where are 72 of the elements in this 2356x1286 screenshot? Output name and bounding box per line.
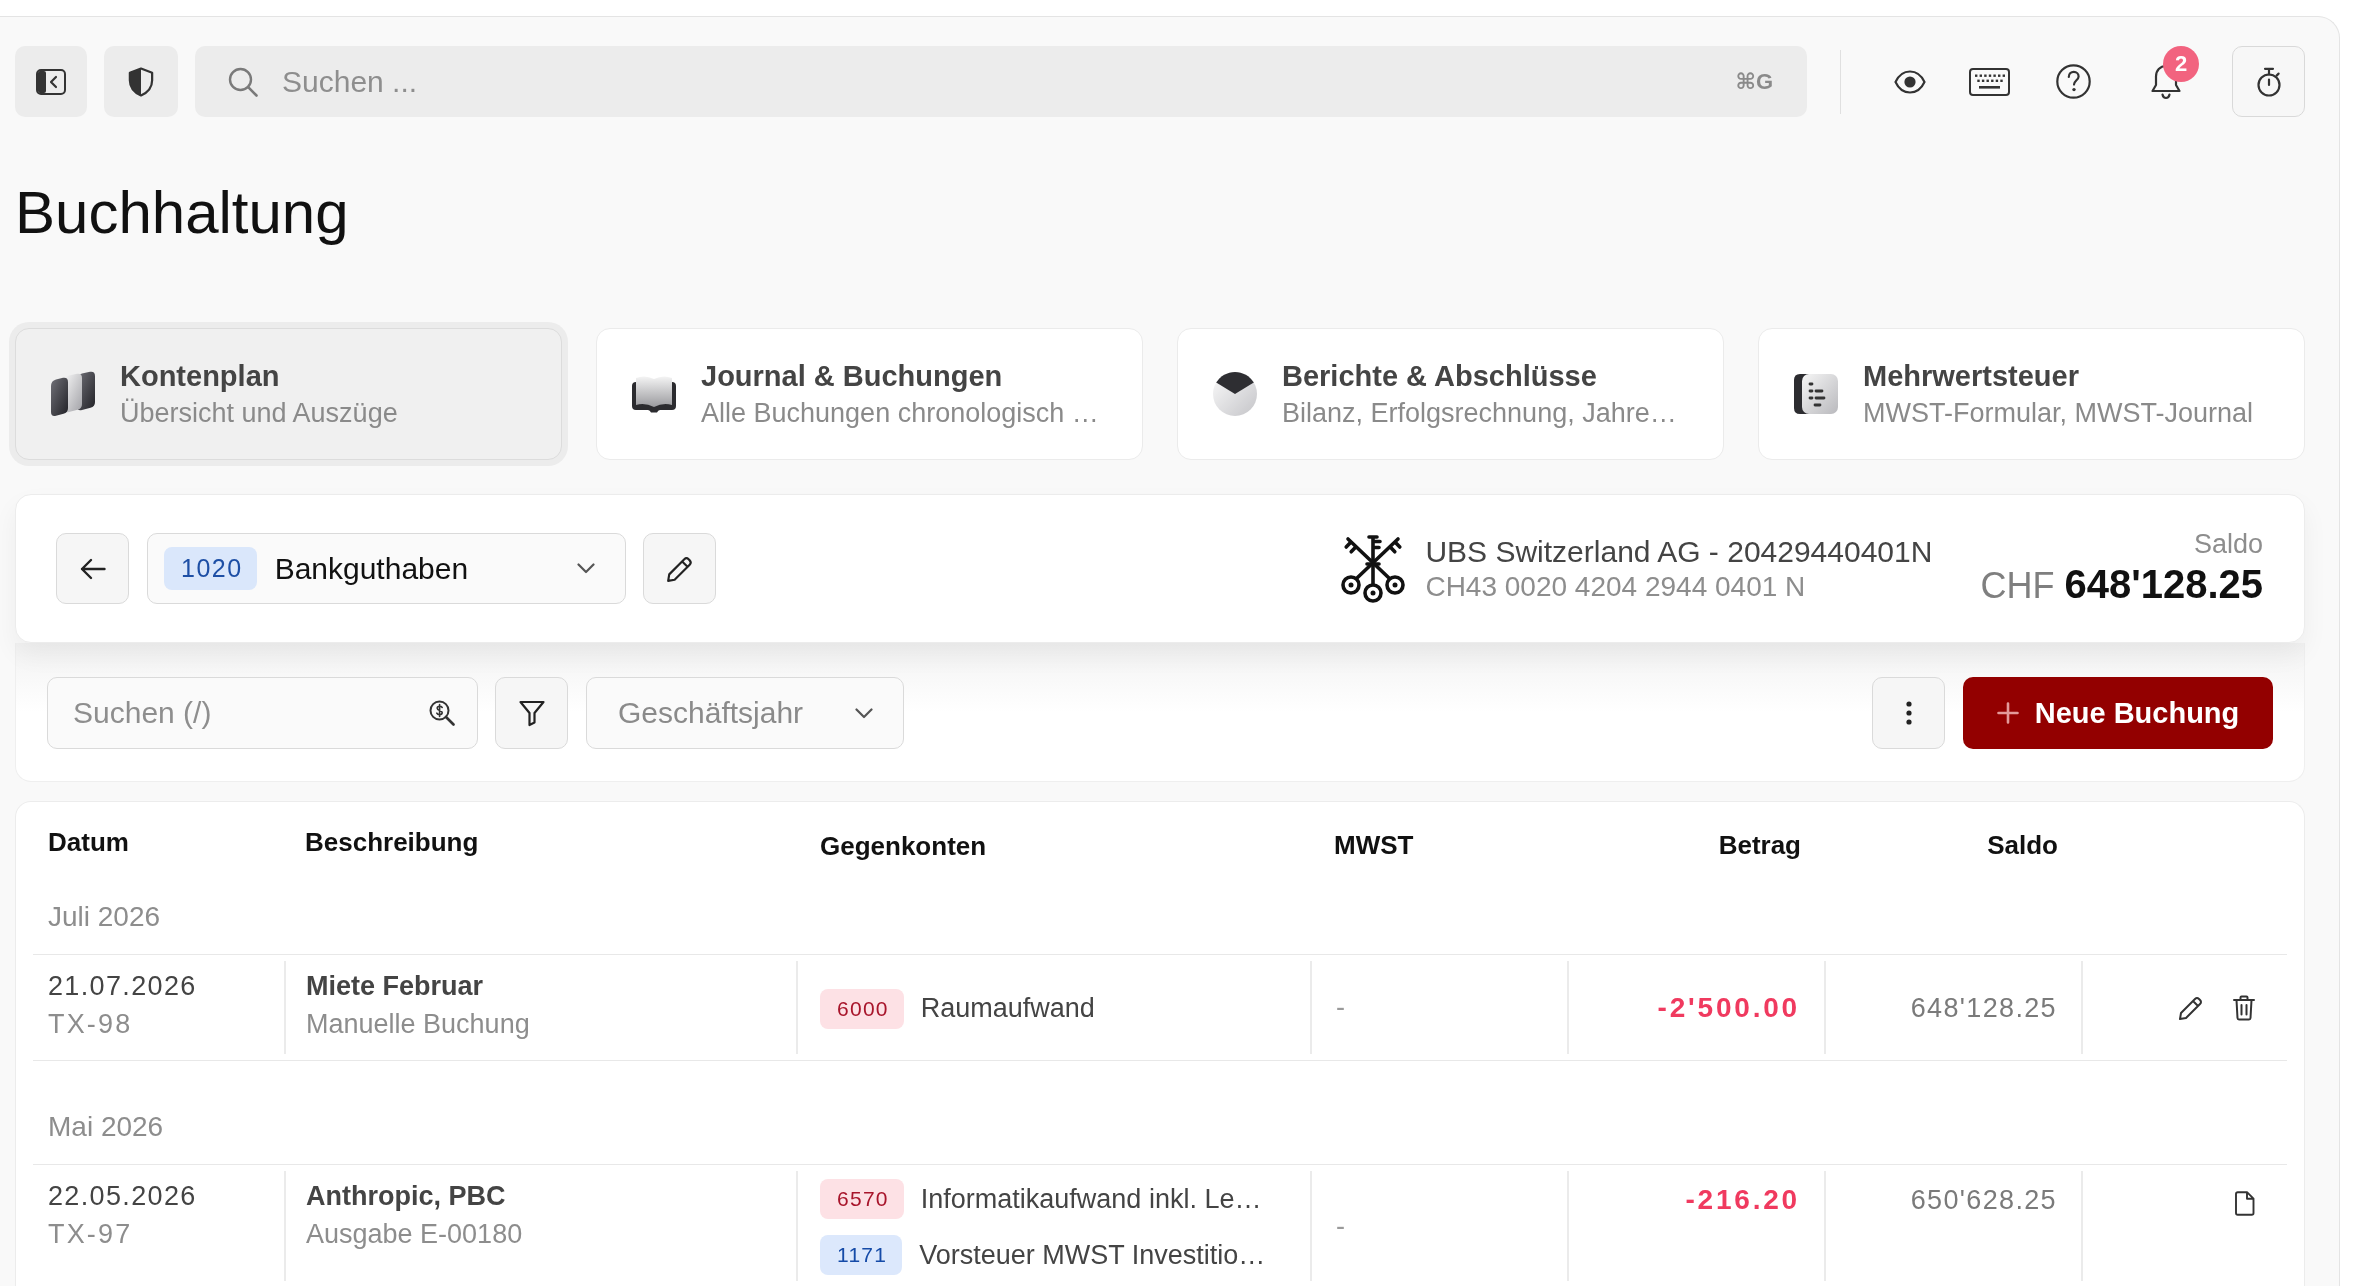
plus-icon [1996,702,2019,724]
panels-icon [50,371,96,417]
filter-button[interactable] [495,677,568,749]
shortcut-hint: ⌘G [1735,68,1773,95]
stopwatch-icon [2256,66,2281,97]
notification-count: 2 [2163,45,2199,82]
column-header: Datum [47,826,130,859]
balance-text: 648'128.25 [1910,991,2057,1025]
description-subtitle: Ausgabe E-00180 [306,1218,524,1251]
account-number-tag: 6000 [820,988,904,1029]
keys-logo [1340,533,1407,604]
tab[interactable]: Journal & Buchungen Alle Buchungen chronologisch … [596,328,1143,460]
pie-chart-icon [1212,371,1258,417]
iban-text: CH43 0020 4204 2944 0401 N [1425,569,1807,604]
account-name: Informatikaufwand inkl. Le… [920,1183,1262,1215]
keyboard-icon[interactable] [1969,67,2010,96]
column-header: Gegenkonten [819,829,988,863]
chevron-down-icon [855,707,873,719]
tab[interactable]: Berichte & Abschlüsse Bilanz, Erfolgsrechnung, Jahre… [1177,328,1724,460]
privacy-button[interactable] [104,46,178,117]
search-input[interactable]: Suchen (/) [73,696,429,730]
vat-text: - [1336,1210,1345,1242]
book-icon [631,374,677,414]
chevron-down-icon [577,563,595,574]
transaction-id: TX-98 [48,1008,134,1041]
description-title: Anthropic, PBC [306,1180,507,1213]
sidebar-icon [36,68,66,95]
month-heading: Juli 2026 [33,888,2287,955]
search-input[interactable]: Suchen ... [282,64,1736,99]
shield-icon [128,66,154,97]
arrow-left-icon [79,557,106,580]
help-icon[interactable] [2056,64,2091,99]
column-header: MWST [1333,829,1415,861]
pencil-icon [665,554,694,583]
document-icon[interactable] [2234,1191,2255,1216]
account-number-tag: 1020 [164,547,257,590]
column-header: Betrag [1717,829,1802,861]
amount-text: -216.20 [1685,1183,1800,1217]
list-document-icon [1793,373,1839,415]
description-title: Miete Februar [306,970,485,1003]
account-name: Raumaufwand [920,993,1095,1024]
timer-button[interactable] [2232,46,2305,117]
search-icon [228,66,258,97]
search-field[interactable]: Suchen (/) [47,677,478,749]
dollar-search-icon [429,700,455,726]
column-header: Saldo [1986,829,2059,861]
trash-icon[interactable] [2233,994,2255,1021]
balance-amount: CHF 648'128.25 [1980,560,2263,608]
eye-icon[interactable] [1894,69,1926,94]
account-name: Vorsteuer MWST Investitio… [919,1239,1266,1271]
more-icon [1905,701,1912,725]
page-title: Buchhaltung [15,178,350,248]
transaction-id: TX-97 [48,1218,134,1251]
amount-text: -2'500.00 [1657,990,1800,1025]
new-booking-button[interactable]: Neue Buchung [1963,677,2273,749]
balance-text: 650'628.25 [1910,1184,2057,1217]
account-select[interactable]: 1020 Bankguthaben [147,533,626,604]
account-number-tag: 6570 [820,1179,904,1219]
edit-account-button[interactable] [643,533,716,604]
sidebar-toggle-button[interactable] [15,46,87,117]
pencil-icon[interactable] [2178,994,2204,1021]
column-header: Beschreibung [304,826,480,859]
vat-text: - [1336,992,1345,1023]
balance-label: Saldo [2193,527,2263,560]
account-number-tag: 1171 [820,1235,903,1275]
month-heading: Mai 2026 [33,1061,2287,1165]
tab[interactable]: Mehrwertsteuer MWST-Formular, MWST-Journal [1758,328,2305,460]
bank-account-name: UBS Switzerland AG - 20429440401N [1425,533,1933,570]
description-subtitle: Manuelle Buchung [306,1008,531,1041]
date-text: 22.05.2026 [48,1180,198,1213]
funnel-icon [518,699,545,727]
date-text: 21.07.2026 [48,970,198,1003]
